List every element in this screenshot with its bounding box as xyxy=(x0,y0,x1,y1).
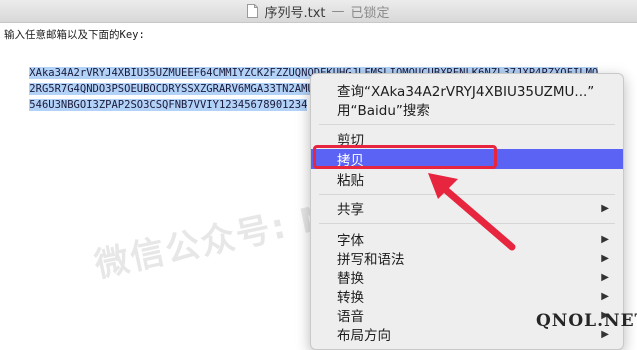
menu-item-label: 共享 xyxy=(337,202,364,218)
menu-item-label: 替换 xyxy=(337,271,364,287)
menu-item-label: 转换 xyxy=(337,290,364,306)
title-separator: — xyxy=(331,3,345,19)
pointer-arrow-icon xyxy=(428,173,516,251)
submenu-arrow-icon: ▶ xyxy=(601,252,609,264)
menu-item-lookup[interactable]: 查询“XAka34A2rVRYJ4XBIU35UZMU...” xyxy=(311,80,623,100)
lock-status[interactable]: 已锁定 xyxy=(351,2,390,21)
menu-item-label: 用“Baidu”搜索 xyxy=(337,103,430,119)
menu-item-label: 粘贴 xyxy=(337,173,364,189)
submenu-arrow-icon: ▶ xyxy=(601,202,609,214)
submenu-arrow-icon: ▶ xyxy=(601,271,609,283)
submenu-arrow-icon: ▶ xyxy=(601,290,609,302)
menu-divider xyxy=(319,124,615,125)
menu-item-search-baidu[interactable]: 用“Baidu”搜索 xyxy=(311,99,623,119)
menu-item-label: 查询“XAka34A2rVRYJ4XBIU35UZMU...” xyxy=(337,84,595,100)
menu-item-label: 拼写和语法 xyxy=(337,252,405,268)
menu-item-transformations[interactable]: 转换 ▶ xyxy=(311,286,623,306)
prompt-line: 输入任意邮箱以及下面的Key: xyxy=(4,29,145,41)
window-filename: 序列号.txt xyxy=(264,5,326,21)
window-titlebar: 序列号.txt — 已锁定 xyxy=(0,0,637,23)
menu-item-substitutions[interactable]: 替换 ▶ xyxy=(311,267,623,287)
window-title: 序列号.txt — 已锁定 xyxy=(247,2,390,21)
submenu-arrow-icon: ▶ xyxy=(601,233,609,245)
selected-text[interactable]: 546U3NBGOI3ZPAP2SO3CSQFNB7VVIY1234567890… xyxy=(29,99,308,111)
menu-item-label: 字体 xyxy=(337,233,364,249)
menu-item-label: 语音 xyxy=(337,309,364,325)
site-label: QNOL.NET xyxy=(536,311,637,331)
key-line-3[interactable]: 546U3NBGOI3ZPAP2SO3CSQFNB7VVIY1234567890… xyxy=(4,81,308,129)
menu-item-label: 布局方向 xyxy=(337,328,391,344)
text-document-icon xyxy=(247,4,259,18)
